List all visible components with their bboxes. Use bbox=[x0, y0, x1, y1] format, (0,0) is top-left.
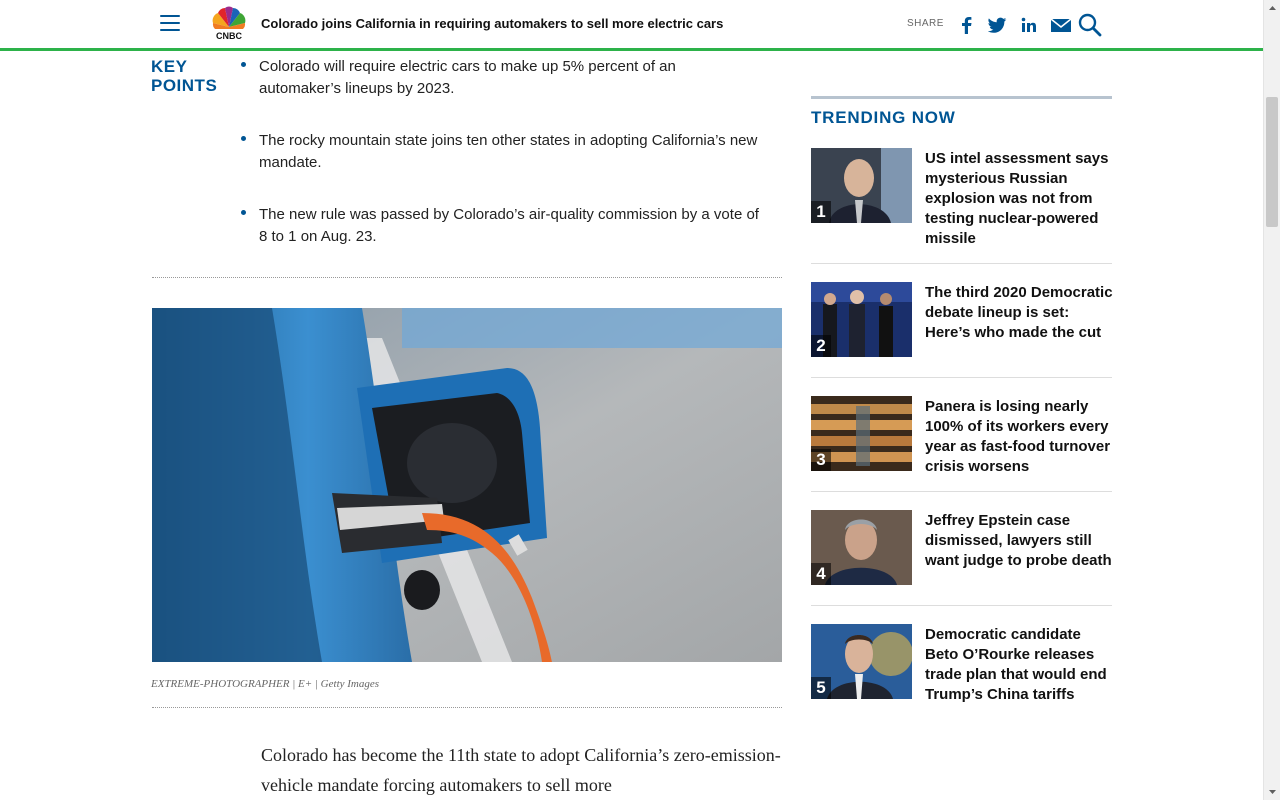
logo-text: CNBC bbox=[216, 31, 242, 40]
header-headline[interactable]: Colorado joins California in requiring a… bbox=[261, 16, 723, 31]
divider bbox=[152, 707, 782, 708]
trending-rank: 3 bbox=[811, 449, 831, 471]
trending-headline[interactable]: Democratic candidate Beto O’Rourke relea… bbox=[925, 625, 1115, 705]
trending-separator bbox=[811, 605, 1112, 606]
site-header: CNBC Colorado joins California in requir… bbox=[0, 0, 1263, 51]
facebook-icon[interactable] bbox=[956, 14, 978, 36]
menu-icon[interactable] bbox=[160, 15, 180, 33]
trending-rank: 4 bbox=[811, 563, 831, 585]
trending-heading: TRENDING NOW bbox=[811, 108, 956, 127]
article-body: Colorado has become the 11th state to ad… bbox=[261, 745, 781, 795]
trending-thumbnail[interactable]: 1 bbox=[811, 148, 912, 223]
key-point-item: The rocky mountain state joins ten other… bbox=[241, 130, 759, 174]
trending-headline[interactable]: Jeffrey Epstein case dismissed, lawyers … bbox=[925, 511, 1115, 571]
trending-thumbnail[interactable]: 4 bbox=[811, 510, 912, 585]
scrollbar-thumb[interactable] bbox=[1266, 97, 1278, 227]
cnbc-logo[interactable]: CNBC bbox=[206, 6, 252, 41]
twitter-icon[interactable] bbox=[986, 14, 1008, 36]
key-point-item: Colorado will require electric cars to m… bbox=[241, 56, 759, 100]
trending-thumbnail[interactable]: 3 bbox=[811, 396, 912, 471]
trending-rank: 1 bbox=[811, 201, 831, 223]
vertical-scrollbar[interactable] bbox=[1263, 0, 1280, 800]
key-point-item: The new rule was passed by Colorado’s ai… bbox=[241, 204, 759, 248]
key-points-heading-line1: KEY bbox=[151, 57, 188, 76]
linkedin-icon[interactable] bbox=[1018, 14, 1040, 36]
share-label: SHARE bbox=[907, 18, 944, 29]
trending-top-rule bbox=[811, 96, 1112, 99]
search-icon[interactable] bbox=[1077, 12, 1103, 38]
key-points-heading: KEY POINTS bbox=[151, 57, 231, 95]
trending-headline[interactable]: Panera is losing nearly 100% of its work… bbox=[925, 397, 1115, 477]
trending-headline[interactable]: The third 2020 Democratic debate lineup … bbox=[925, 283, 1115, 343]
trending-rank: 5 bbox=[811, 677, 831, 699]
divider bbox=[152, 277, 782, 278]
trending-separator bbox=[811, 263, 1112, 264]
photo-caption: EXTREME-PHOTOGRAPHER | E+ | Getty Images bbox=[151, 678, 380, 690]
key-points-heading-line2: POINTS bbox=[151, 76, 218, 95]
email-icon[interactable] bbox=[1050, 14, 1072, 36]
trending-thumbnail[interactable]: 2 bbox=[811, 282, 912, 357]
trending-separator bbox=[811, 491, 1112, 492]
trending-thumbnail[interactable]: 5 bbox=[811, 624, 912, 699]
article-photo-ev-charging bbox=[152, 308, 782, 662]
trending-headline[interactable]: US intel assessment says mysterious Russ… bbox=[925, 149, 1115, 249]
trending-separator bbox=[811, 377, 1112, 378]
trending-rank: 2 bbox=[811, 335, 831, 357]
scroll-up-arrow-icon[interactable] bbox=[1264, 0, 1280, 17]
scroll-down-arrow-icon[interactable] bbox=[1264, 783, 1280, 800]
